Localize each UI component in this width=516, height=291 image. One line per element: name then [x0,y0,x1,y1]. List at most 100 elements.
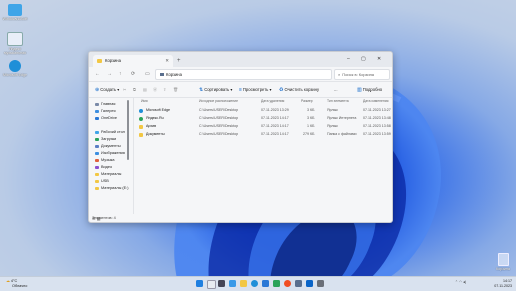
close-window-button[interactable]: ✕ [377,54,381,64]
desktop-icon-label: Windows11Soft [2,17,28,21]
store-icon[interactable] [262,280,269,287]
cut-icon[interactable]: ✂ [123,82,127,97]
file-deleted: 07.11.2023 13:29 [261,108,289,112]
copy-icon[interactable]: ⧉ [133,82,136,97]
file-name: Яндекс.Ru [146,116,164,120]
edge-icon[interactable] [251,280,258,287]
file-type: Ярлык [327,108,338,112]
minimize-button[interactable]: – [347,54,350,64]
column-header-deleted[interactable]: Дата удаления [261,99,284,103]
app-icon[interactable] [295,280,302,287]
system-tray[interactable]: ⌃ ◠ ◂) [455,280,466,284]
sidebar-item-pictures[interactable]: Изображения [95,150,125,157]
folder-icon [95,179,99,183]
recycle-bin-icon: ♻ [279,87,284,93]
sidebar-item-downloads[interactable]: Загрузки [95,136,116,143]
tab-recycle-bin[interactable]: Корзина ✕ [93,55,173,67]
rename-icon[interactable]: Ⓐ [153,82,157,97]
up-icon[interactable]: ↑ [119,69,122,79]
table-row[interactable]: Яндекс.Ru C:\Users\USER\Desktop 07.11.20… [135,115,392,122]
more-button[interactable]: ... [334,82,338,97]
mail-icon[interactable] [273,280,280,287]
search-icon: ⌕ [338,72,341,77]
address-bar[interactable]: Корзина [155,69,332,80]
sidebar-item-home[interactable]: Главная [95,101,115,108]
share-icon[interactable]: ⇪ [163,82,167,97]
sidebar-item-usb[interactable]: USB [95,178,109,185]
desktop-icon-music[interactable]: Яндекс музыкальная [2,32,28,55]
picture-icon [95,151,99,155]
file-size: 279 КБ [303,132,315,136]
sort-button[interactable]: ⇅Сортировать ▾ [199,82,233,98]
sidebar-item-materials[interactable]: Материалы [95,171,121,178]
file-modified: 07.11.2023 13:48 [363,116,391,120]
file-type: Ярлык [327,124,338,128]
delete-icon[interactable]: 🗑 [173,82,178,97]
cloud-icon [95,116,99,120]
weather-widget[interactable]: ☁ 4°C Облачно [6,279,27,288]
file-name: Документы [146,132,165,136]
desktop-icon-edge[interactable]: Microsoft Edge [2,60,28,77]
create-button[interactable]: ⊕Создать ▾ [95,82,119,98]
folder-icon [95,172,99,176]
plus-icon: ⊕ [95,87,100,93]
wifi-icon[interactable]: ◠ [459,280,462,284]
new-tab-button[interactable]: + [177,55,181,67]
table-row[interactable]: Microsoft Edge C:\Users\USER\Desktop 07.… [135,107,392,114]
monitor-icon [8,4,22,16]
desktop-icon-label: Корзина [496,267,510,271]
widgets-icon[interactable] [229,280,236,287]
forward-icon[interactable]: → [107,69,112,79]
empty-recycle-bin-button[interactable]: ♻Очистить корзину [279,82,319,98]
speaker-icon[interactable]: ◂) [463,280,466,284]
sidebar-item-onedrive[interactable]: OneDrive [95,115,117,122]
file-size: 1 КБ [307,124,315,128]
sidebar-scrollbar[interactable] [127,100,129,160]
details-icon: ▥ [357,87,362,93]
refresh-icon[interactable]: ⟳ [131,69,135,79]
sidebar-item-music[interactable]: Музыка [95,157,114,164]
yandex-icon[interactable] [284,280,291,287]
back-icon[interactable]: ← [95,69,100,79]
table-row[interactable]: Документы C:\Users\USER\Desktop 07.11.20… [135,131,392,138]
search-icon[interactable] [207,280,216,289]
start-icon[interactable] [196,280,203,287]
desktop-icon-recycle-bin[interactable]: Корзина [494,253,512,271]
file-deleted: 07.11.2023 14:17 [261,116,289,120]
view-button[interactable]: ≡Просмотреть ▾ [239,82,272,98]
sidebar-item-gallery[interactable]: Галерея [95,108,116,115]
clock[interactable]: 14:17 07.11.2023 [484,279,512,288]
file-deleted: 07.11.2023 14:17 [261,124,289,128]
column-header-name[interactable]: Имя [141,99,148,103]
details-button[interactable]: ▥Подробно [357,82,382,98]
table-row[interactable]: Архив C:\Users\USER\Desktop 07.11.2023 1… [135,123,392,130]
file-modified: 07.11.2023 13:27 [363,108,391,112]
view-toggle-icon[interactable]: ☰ ▦ [92,215,388,222]
sidebar-item-materials-e[interactable]: Материалы (E:) [95,185,129,192]
sidebar-item-videos[interactable]: Видео [95,164,112,171]
file-size: 3 КБ [307,108,315,112]
sidebar-item-documents[interactable]: Документы [95,143,121,150]
file-location: C:\Users\USER\Desktop [199,116,239,120]
file-modified: 07.11.2023 13:58 [363,124,391,128]
sidebar-item-desktop[interactable]: Рабочий стол [95,129,125,136]
file-type: Ярлык Интернета [327,116,357,120]
column-header-size[interactable]: Размер [301,99,313,103]
weather-desc: Облачно [12,283,28,288]
maximize-button[interactable]: ▢ [361,54,366,64]
desktop-icon-windows11soft[interactable]: Windows11Soft [2,4,28,21]
search-input[interactable]: ⌕ Поиск в: Корзина [334,69,390,80]
file-explorer-icon[interactable] [240,280,247,287]
task-view-icon[interactable] [218,280,225,287]
folder-icon [139,124,143,129]
paste-icon[interactable]: ▤ [143,82,147,97]
column-header-location[interactable]: Исходное расположение [199,99,238,103]
chevron-up-icon[interactable]: ⌃ [455,280,458,284]
close-tab-icon[interactable]: ✕ [165,55,169,67]
app-icon[interactable] [306,280,313,287]
folder-icon [139,132,143,137]
column-header-type[interactable]: Тип элемента [327,99,349,103]
web-shortcut-icon [139,116,143,121]
settings-icon[interactable] [317,280,324,287]
column-header-modified[interactable]: Дата изменения [363,99,388,103]
